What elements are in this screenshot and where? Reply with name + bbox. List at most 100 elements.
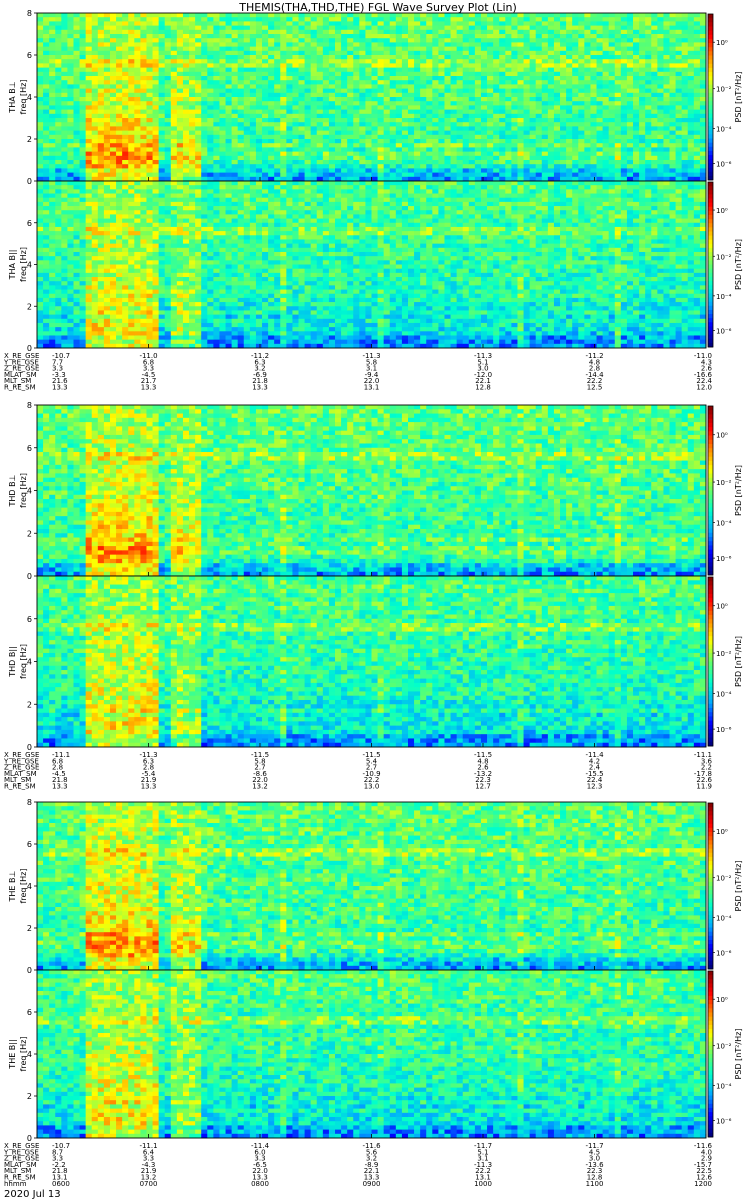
y-tick-label: 6 <box>27 1008 32 1017</box>
ephemeris-value: 13.0 <box>364 783 380 791</box>
colorbar: 10⁰10⁻²10⁻⁴10⁻⁶PSD [nT²/Hz] <box>708 14 743 180</box>
y-axis: 02468THE B⊥freq [Hz] <box>8 798 37 975</box>
panel-probe-label: THD B|| <box>8 646 17 677</box>
colorbar-tick-label: 10⁻⁴ <box>716 293 732 301</box>
footer-date: 2020 Jul 13 <box>4 1189 61 1200</box>
y-tick-label: 8 <box>27 798 32 807</box>
plot-canvas: THEMIS(THA,THD,THE) FGL Wave Survey Plot… <box>0 0 750 1200</box>
colorbar-tick-label: 10⁻⁴ <box>716 691 732 699</box>
ephemeris-value: 13.3 <box>52 783 68 791</box>
y-tick-label: 0 <box>27 966 32 975</box>
colorbar-label: PSD [nT²/Hz] <box>734 1029 743 1080</box>
colorbar-tick-label: 10⁰ <box>716 39 728 47</box>
colorbar-tick-label: 10⁰ <box>716 432 728 440</box>
ephemeris-value: 12.3 <box>587 783 603 791</box>
ephemeris-value: 13.3 <box>252 384 268 392</box>
ephemeris-value: 12.8 <box>475 384 491 392</box>
colorbar-tick-label: 10⁻⁶ <box>716 555 732 563</box>
colorbar-label: PSD [nT²/Hz] <box>734 636 743 687</box>
y-axis: 0246THE B||freq [Hz] <box>8 1008 37 1143</box>
ephemeris-table: X_RE_GSE-10.7-11.1-11.4-11.6-11.7-11.7-1… <box>3 1142 713 1188</box>
colorbar-tick-label: 10⁻² <box>716 86 732 94</box>
ephemeris-value: 0700 <box>140 1180 158 1188</box>
colorbar-label: PSD [nT²/Hz] <box>734 239 743 290</box>
colorbar-tick-label: 10⁰ <box>716 207 728 215</box>
spectrogram-heatmap <box>37 13 706 181</box>
y-tick-label: 6 <box>27 615 32 624</box>
spectrogram-heatmap <box>37 576 706 747</box>
y-axis-label: freq [Hz] <box>19 80 28 115</box>
colorbar-tick-label: 10⁰ <box>716 828 728 836</box>
ephemeris-value: 0800 <box>251 1180 269 1188</box>
colorbar-label: PSD [nT²/Hz] <box>734 861 743 912</box>
colorbar: 10⁰10⁻²10⁻⁴10⁻⁶PSD [nT²/Hz] <box>708 803 743 969</box>
ephemeris-value: 13.2 <box>252 783 268 791</box>
panel-probe-label: THA B|| <box>8 250 17 281</box>
ephemeris-table: X_RE_GSE-11.1-11.3-11.5-11.5-11.5-11.4-1… <box>3 751 713 791</box>
colorbar-tick-label: 10⁻⁶ <box>716 328 732 336</box>
colorbar: 10⁰ 10⁻² 10⁻⁴ 10⁻⁶ PSD [nT²/Hz] <box>708 577 743 746</box>
y-tick-label: 6 <box>27 444 32 453</box>
colorbar-label: PSD [nT²/Hz] <box>734 465 743 516</box>
colorbar-tick-label: 10⁰ <box>716 603 728 611</box>
y-tick-label: 2 <box>27 924 32 933</box>
ephemeris-row-label: R_RE_SM <box>4 384 36 392</box>
colorbar: 10⁰ 10⁻² 10⁻⁴ 10⁻⁶ PSD [nT²/Hz] <box>708 182 743 347</box>
colorbar: 10⁰ 10⁻² 10⁻⁴ 10⁻⁶ PSD [nT²/Hz] <box>708 406 743 575</box>
y-axis-label: freq [Hz] <box>19 1037 28 1072</box>
y-tick-label: 2 <box>27 1092 32 1101</box>
y-axis-label: freq [Hz] <box>19 473 28 508</box>
y-tick-label: 0 <box>27 572 32 581</box>
colorbar-tick-label: 10⁻⁴ <box>716 126 732 134</box>
y-axis-label: freq [Hz] <box>19 247 28 282</box>
ephemeris-value: 1200 <box>694 1180 712 1188</box>
colorbar-tick-label: 10⁻⁴ <box>716 520 732 528</box>
spectrogram-heatmap <box>37 970 706 1138</box>
survey-plot: THEMIS(THA,THD,THE) FGL Wave Survey Plot… <box>0 0 750 1200</box>
panel-probe-label: THE B⊥ <box>8 870 17 902</box>
ephemeris-value: 11.9 <box>696 783 712 791</box>
spectrogram-heatmap <box>37 181 706 348</box>
y-tick-label: 2 <box>27 529 32 538</box>
y-axis-label: freq [Hz] <box>19 644 28 679</box>
ephemeris-value: 12.0 <box>696 384 712 392</box>
colorbar-tick-label: 10⁻² <box>716 479 732 487</box>
y-tick-label: 8 <box>27 401 32 410</box>
colorbar-tick-label: 10⁻² <box>716 1043 732 1051</box>
panel-probe-label: THD B⊥ <box>8 474 17 507</box>
ephemeris-table: X_RE_GSE-10.7-11.0-11.2-11.3-11.3-11.2-1… <box>3 352 713 392</box>
ephemeris-value: 13.3 <box>141 384 157 392</box>
panel-probe-label: THE B|| <box>8 1039 17 1069</box>
colorbar-tick-label: 10⁻⁴ <box>716 1083 732 1091</box>
y-axis: 02468THD B⊥freq [Hz] <box>8 401 37 581</box>
ephemeris-row-label: hhmm <box>4 1180 27 1188</box>
ephemeris-value: 0900 <box>363 1180 381 1188</box>
colorbar-tick-label: 10⁻² <box>716 253 732 261</box>
colorbar-tick-label: 10⁻² <box>716 875 732 883</box>
ephemeris-value: 1000 <box>474 1180 492 1188</box>
colorbar-tick-label: 10⁻⁶ <box>716 1117 732 1125</box>
y-axis-label: freq [Hz] <box>19 869 28 904</box>
y-axis: 0246THA B||freq [Hz] <box>8 219 37 353</box>
plot-title: THEMIS(THA,THD,THE) FGL Wave Survey Plot… <box>238 1 517 14</box>
ephemeris-row-label: R_RE_SM <box>4 783 36 791</box>
ephemeris-value: 13.3 <box>52 384 68 392</box>
colorbar-tick-label: 10⁻⁴ <box>716 915 732 923</box>
ephemeris-value: 12.7 <box>475 783 491 791</box>
y-tick-label: 8 <box>27 9 32 18</box>
colorbar-tick-label: 10⁻⁶ <box>716 726 732 734</box>
y-tick-label: 6 <box>27 219 32 228</box>
ephemeris-value: 13.3 <box>141 783 157 791</box>
y-axis: 0246THD B||freq [Hz] <box>8 615 37 752</box>
colorbar-tick-label: 10⁻⁶ <box>716 160 732 168</box>
y-tick-label: 2 <box>27 135 32 144</box>
ephemeris-value: 13.1 <box>364 384 380 392</box>
colorbar-tick-label: 10⁻² <box>716 650 732 658</box>
y-tick-label: 6 <box>27 840 32 849</box>
y-axis: 02468THA B⊥freq [Hz] <box>8 9 37 186</box>
spectrogram-heatmap <box>37 802 706 970</box>
y-tick-label: 0 <box>27 177 32 186</box>
ephemeris-value: 1100 <box>586 1180 604 1188</box>
colorbar: 10⁰10⁻²10⁻⁴10⁻⁶PSD [nT²/Hz] <box>708 971 743 1137</box>
y-tick-label: 2 <box>27 302 32 311</box>
